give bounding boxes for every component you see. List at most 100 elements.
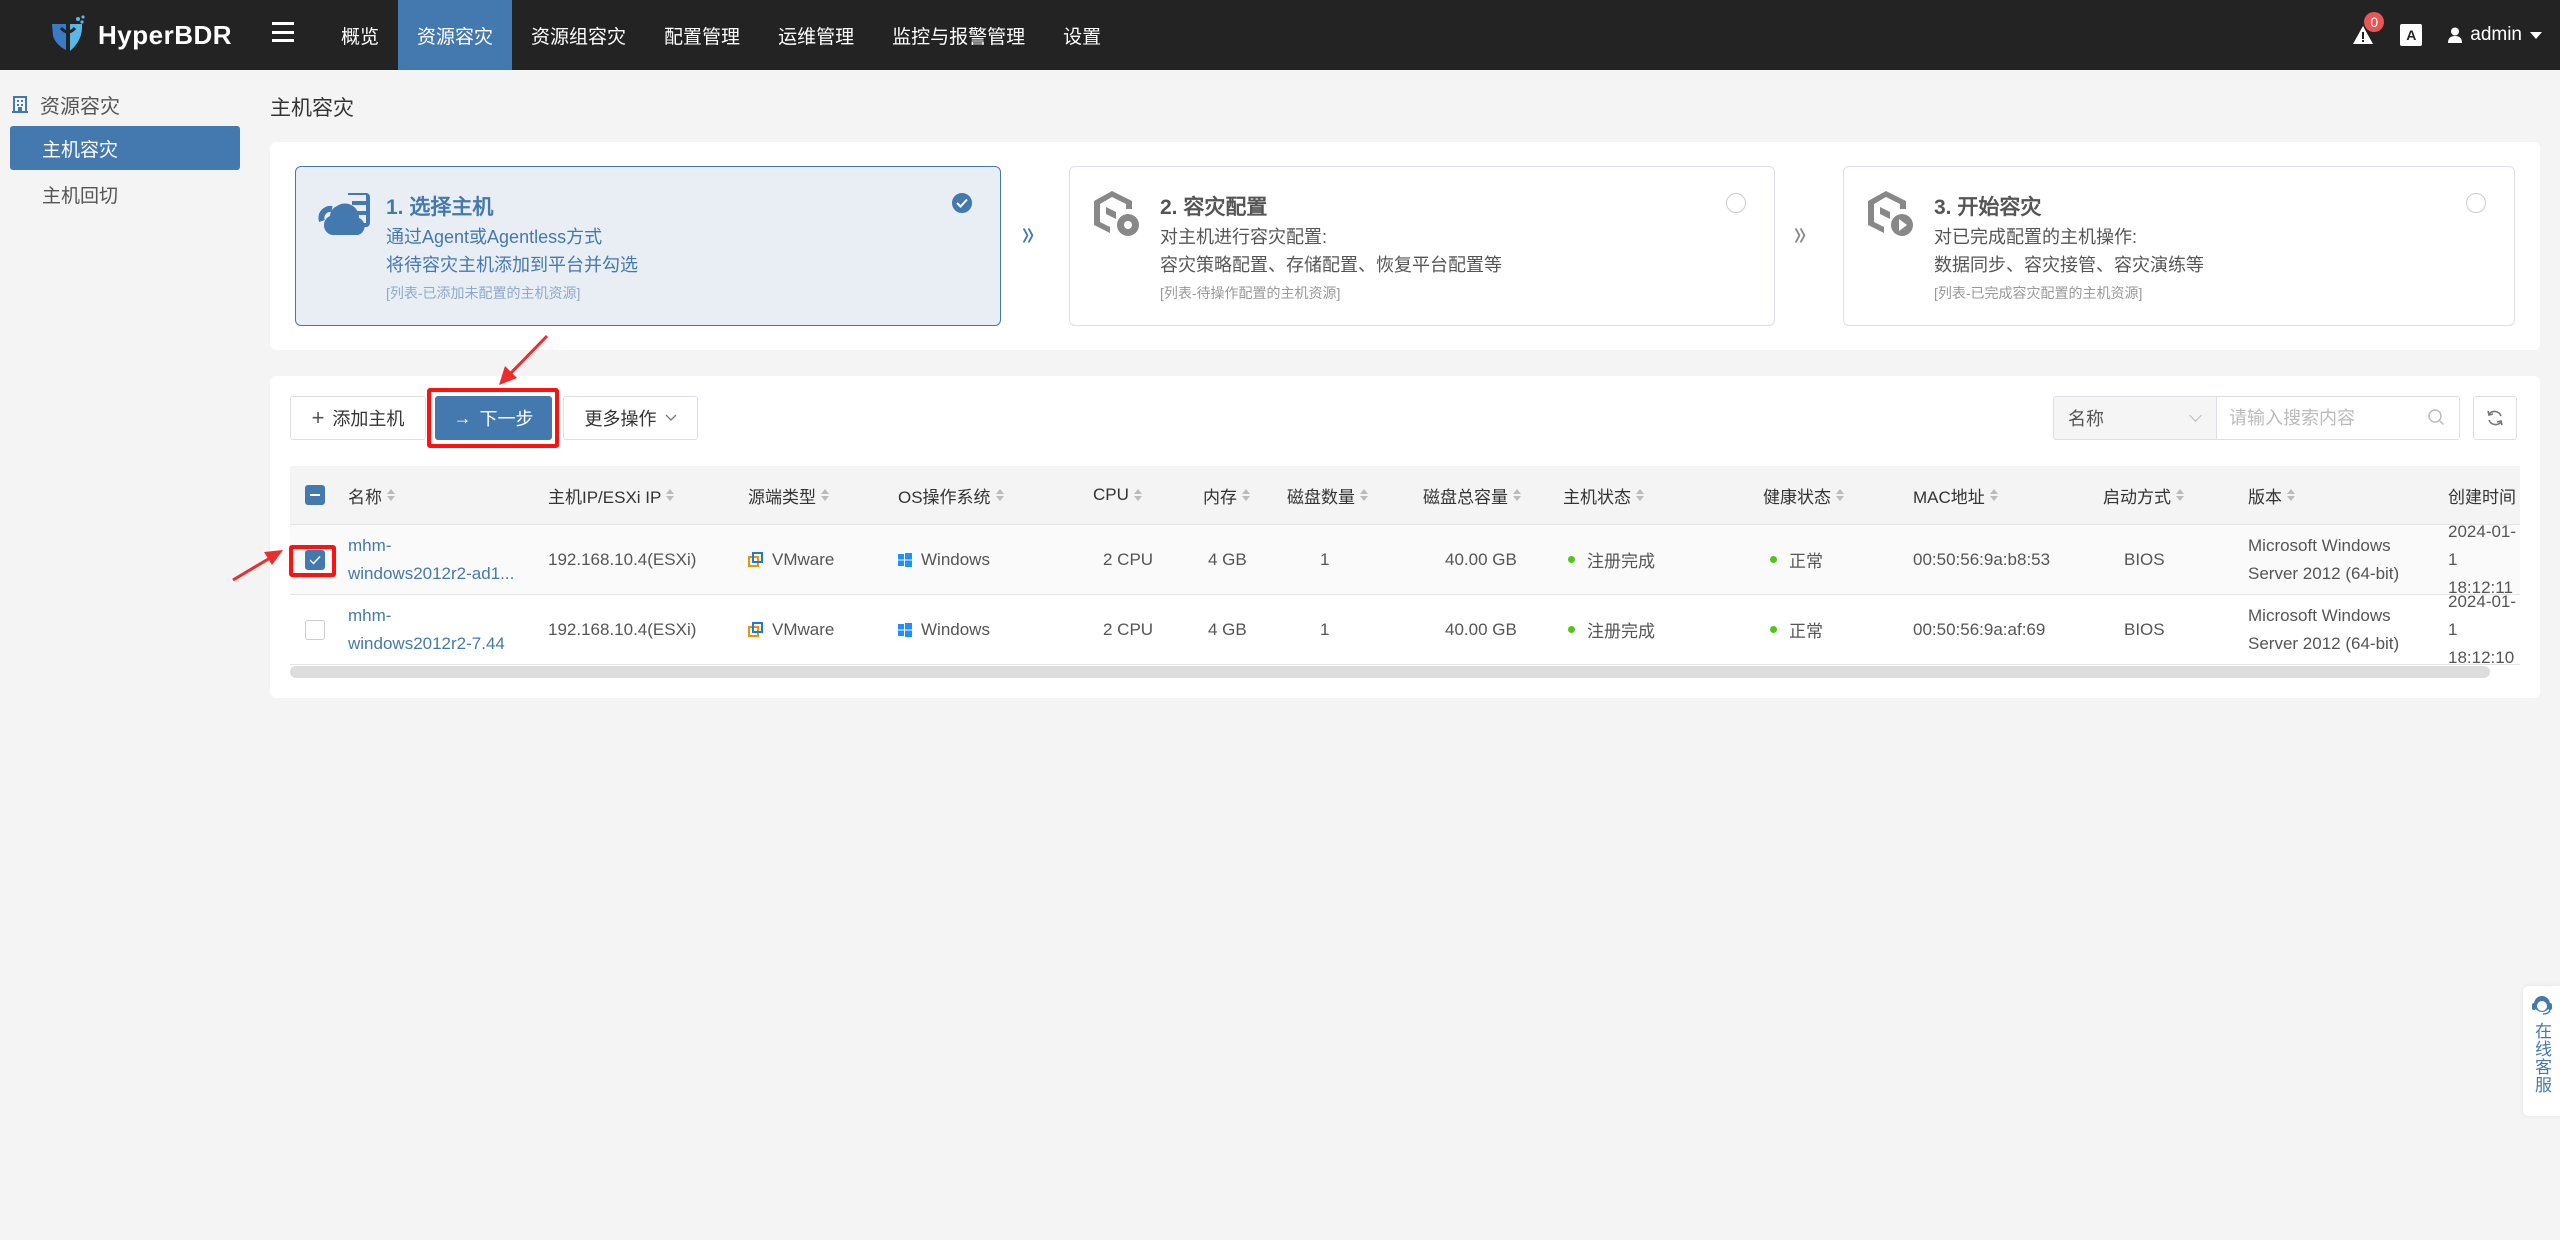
column-header-host-status[interactable]: 主机状态 xyxy=(1563,466,1644,524)
nav-resource-group-dr[interactable]: 资源组容灾 xyxy=(512,0,645,70)
cpu: 2 CPU xyxy=(1103,619,1154,639)
menu-toggle-icon[interactable] xyxy=(272,22,294,42)
cpu: 2 CPU xyxy=(1103,549,1154,569)
sort-icon xyxy=(1242,489,1250,501)
step-dr-config[interactable]: 2. 容灾配置 对主机进行容灾配置: 容灾策略配置、存储配置、恢复平台配置等 [… xyxy=(1069,166,1775,326)
chevron-down-icon xyxy=(2530,31,2542,39)
sort-icon xyxy=(1636,489,1644,501)
status-dot-icon xyxy=(1568,626,1575,633)
column-header-source-type[interactable]: 源端类型 xyxy=(748,466,829,524)
column-header-disk-count[interactable]: 磁盘数量 xyxy=(1287,466,1368,524)
search-input[interactable] xyxy=(2217,397,2417,439)
row-checkbox[interactable] xyxy=(305,525,325,594)
chevron-down-icon xyxy=(665,414,676,421)
host-status-label: 注册完成 xyxy=(1587,622,1655,641)
app-logo[interactable]: HyperBDR xyxy=(48,14,232,56)
host-ip: 192.168.10.4(ESXi) xyxy=(548,549,697,569)
plus-icon: + xyxy=(311,405,325,430)
row-checkbox[interactable] xyxy=(305,595,325,664)
sort-icon xyxy=(1989,489,1998,501)
step-description: 容灾策略配置、存储配置、恢复平台配置等 xyxy=(1160,255,1502,275)
host-name-link[interactable]: mhm-windows2012r2-7.44 xyxy=(348,595,505,664)
language-switch-icon[interactable]: A xyxy=(2400,24,2423,46)
column-header-memory[interactable]: 内存 xyxy=(1203,466,1250,524)
sort-icon xyxy=(995,489,1004,501)
step-check-icon xyxy=(952,193,972,213)
add-host-button[interactable]: + 添加主机 xyxy=(290,396,426,440)
disk-count: 1 xyxy=(1320,619,1330,639)
column-header-health[interactable]: 健康状态 xyxy=(1763,466,1844,524)
column-label: 版本 xyxy=(2248,487,2282,507)
nav-settings[interactable]: 设置 xyxy=(1044,0,1120,70)
next-step-button[interactable]: → 下一步 xyxy=(435,396,552,440)
status-dot-icon xyxy=(1770,556,1777,563)
host-name-link[interactable]: mhm-windows2012r2-ad1... xyxy=(348,525,514,594)
os: Windows xyxy=(898,595,990,664)
next-step-label: 下一步 xyxy=(479,409,534,429)
column-header-version[interactable]: 版本 xyxy=(2248,466,2295,524)
step-start-dr[interactable]: 3. 开始容灾 对已完成配置的主机操作: 数据同步、容灾接管、容灾演练等 [列表… xyxy=(1843,166,2515,326)
sidebar-item-host-failback[interactable]: 主机回切 xyxy=(10,172,240,216)
refresh-icon xyxy=(2487,410,2503,426)
health-status: 正常 xyxy=(1770,595,1823,664)
column-label: CPU xyxy=(1093,485,1129,504)
host-name-line: windows2012r2-ad1... xyxy=(348,563,515,583)
step-note: [列表-已添加未配置的主机资源] xyxy=(386,285,581,301)
nav-resource-dr[interactable]: 资源容灾 xyxy=(398,0,513,70)
language-icon-glyph: A xyxy=(2406,27,2417,43)
column-header-ip[interactable]: 主机IP/ESXi IP xyxy=(548,466,675,524)
page-title: 主机容灾 xyxy=(270,97,354,120)
column-label: 主机状态 xyxy=(1563,487,1631,507)
user-menu[interactable]: admin xyxy=(2448,24,2542,46)
column-header-boot-mode[interactable]: 启动方式 xyxy=(2103,466,2184,524)
created-time: 2024-01-1 18:12:10 xyxy=(2448,592,2520,666)
select-all-checkbox[interactable] xyxy=(305,466,325,524)
health-status-label: 正常 xyxy=(1789,622,1823,641)
search-icon[interactable] xyxy=(2427,408,2445,426)
boot-mode: BIOS xyxy=(2124,619,2165,639)
host-table: 名称 主机IP/ESXi IP 源端类型 OS操作系统 CPU 内存 磁盘数量 … xyxy=(290,466,2520,665)
online-service-button[interactable]: 在线客服 xyxy=(2523,986,2560,1116)
column-label: 名称 xyxy=(348,487,382,507)
table-header: 名称 主机IP/ESXi IP 源端类型 OS操作系统 CPU 内存 磁盘数量 … xyxy=(290,466,2520,525)
source-type: VMware xyxy=(748,525,834,594)
step-description: 对已完成配置的主机操作: xyxy=(1934,227,2137,247)
boot-mode: BIOS xyxy=(2124,549,2165,569)
status-dot-icon xyxy=(1770,626,1777,633)
step-description: 对主机进行容灾配置: xyxy=(1160,227,1328,247)
column-header-mac[interactable]: MAC地址 xyxy=(1913,466,1998,524)
mac-address: 00:50:56:9a:b8:53 xyxy=(1913,549,2051,569)
host-name-line: mhm- xyxy=(348,605,392,625)
sidebar-item-host-dr[interactable]: 主机容灾 xyxy=(10,126,240,170)
column-header-name[interactable]: 名称 xyxy=(348,466,395,524)
horizontal-scrollbar[interactable] xyxy=(290,666,2490,678)
nav-overview[interactable]: 概览 xyxy=(322,0,398,70)
column-label: 健康状态 xyxy=(1763,487,1831,507)
step-radio xyxy=(2466,193,2486,213)
created-time-value: 18:12:10 xyxy=(2448,647,2515,666)
column-header-os[interactable]: OS操作系统 xyxy=(898,466,1004,524)
refresh-button[interactable] xyxy=(2473,396,2517,440)
building-icon xyxy=(12,95,28,113)
more-actions-dropdown[interactable]: 更多操作 xyxy=(563,396,698,440)
nav-monitoring-alerts[interactable]: 监控与报警管理 xyxy=(873,0,1044,70)
step-select-host[interactable]: 1. 选择主机 通过Agent或Agentless方式 将待容灾主机添加到平台并… xyxy=(295,166,1001,326)
host-status-label: 注册完成 xyxy=(1587,552,1655,571)
chevron-double-right-icon: » xyxy=(1794,212,1807,253)
alert-button[interactable]: 0 xyxy=(2352,12,2385,46)
step-radio xyxy=(1726,193,1746,213)
column-label: 磁盘总容量 xyxy=(1423,487,1508,507)
online-service-label: 在线客服 xyxy=(2532,1022,2551,1094)
host-name-line: mhm- xyxy=(348,535,392,555)
nav-config-management[interactable]: 配置管理 xyxy=(645,0,759,70)
alert-count-badge: 0 xyxy=(2364,12,2385,32)
nav-ops-management[interactable]: 运维管理 xyxy=(759,0,873,70)
column-header-cpu[interactable]: CPU xyxy=(1093,466,1142,524)
search-field-select[interactable]: 名称 xyxy=(2053,396,2216,440)
add-host-label: 添加主机 xyxy=(332,409,405,429)
table-row[interactable]: mhm-windows2012r2-ad1... 192.168.10.4(ES… xyxy=(290,522,2520,597)
search-field-value: 名称 xyxy=(2068,409,2104,429)
table-row[interactable]: mhm-windows2012r2-7.44 192.168.10.4(ESXi… xyxy=(290,592,2520,666)
column-header-created-time[interactable]: 创建时间 xyxy=(2448,466,2516,524)
column-header-disk-capacity[interactable]: 磁盘总容量 xyxy=(1423,466,1521,524)
